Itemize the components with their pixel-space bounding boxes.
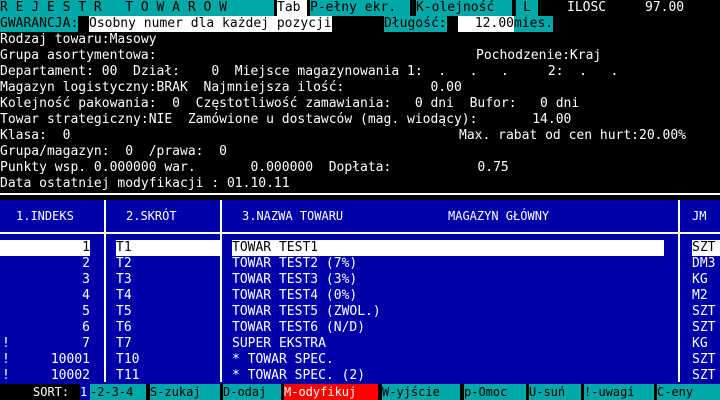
qty-label: ILOŚĆ [567,0,607,15]
full-screen-key[interactable]: P-ełny ekr. [310,0,410,16]
row-name[interactable]: SUPER EKSTRA [232,336,664,352]
header-divider [0,232,720,234]
row-short[interactable]: T5 [116,304,220,320]
origin: Pochodzenie:Kraj [476,48,602,63]
points: Punkty wsp. 0.000000 war. 0.000000 Dopła… [0,160,509,175]
row-index[interactable]: 4 [0,288,90,304]
row-unit[interactable]: SZT [692,368,720,384]
row-name[interactable]: TOWAR TEST6 (N/D) [232,320,664,336]
row-unit[interactable]: KG [692,272,720,288]
row-index[interactable]: 10002 [0,368,90,384]
row-short[interactable]: T1 [116,240,220,256]
row-name[interactable]: TOWAR TEST1 [232,240,664,256]
product-type: Rodzaj towaru:Masowy [0,32,157,47]
sort-label: SORT: [33,385,70,399]
search-key[interactable]: S-zukaj [150,384,220,400]
row-unit[interactable]: SZT [692,352,720,368]
row-index[interactable]: 5 [0,304,90,320]
assortment-group: Grupa asortymentowa: [0,48,157,63]
row-name[interactable]: TOWAR TEST5 (ZWOL.) [232,304,664,320]
exit-key[interactable]: W-yjście [382,384,460,400]
tab-key[interactable]: Tab [277,0,307,16]
col-header-warehouse: MAGAZYN GŁÓWNY [448,209,550,223]
row-unit[interactable]: SZT [692,304,720,320]
row-short[interactable]: T6 [116,320,220,336]
col-divider [220,200,222,382]
register-title: R E J E S T R T O W A R Ó W [0,0,274,16]
qty-value: 97.00 [645,0,685,15]
row-index[interactable]: 3 [0,272,90,288]
warranty-label: GWARANCJA: [0,16,79,32]
row-short[interactable]: T11 [116,368,220,384]
warranty-value[interactable]: Osobny numer dla każdej pozycji [89,16,332,32]
length-value[interactable]: 12.00 [458,16,514,32]
sort-1-key[interactable]: 1 [80,384,90,400]
row-index[interactable]: 1 [0,240,90,256]
row-short[interactable]: T4 [116,288,220,304]
row-index[interactable]: 7 [0,336,90,352]
separator [0,193,720,195]
row-name[interactable]: TOWAR TEST2 (7%) [232,256,664,272]
class: Klasa: 0 [0,128,71,143]
col-divider [104,200,106,382]
row-name[interactable]: * TOWAR SPEC. (2) [232,368,664,384]
length-label: Długość: [384,16,447,32]
modify-key[interactable]: M-odyfikuj [284,384,378,400]
row-index[interactable]: 6 [0,320,90,336]
sort-rest-key[interactable]: -2-3-4 [90,384,146,400]
row-unit[interactable]: KG [692,336,720,352]
length-unit: mies. [514,16,554,32]
row-short[interactable]: T2 [116,256,220,272]
row-short[interactable]: T7 [116,336,220,352]
row-unit[interactable]: M2 [692,288,720,304]
row-unit[interactable]: DM3 [692,256,720,272]
packing-order: Kolejność pakowania: 0 Częstotliwość zam… [0,96,580,111]
footer-keys: SORT: 1 -2-3-4 S-zukaj D-odaj M-odyfikuj… [0,384,720,400]
top-bar: R E J E S T R T O W A R Ó W Tab P-ełny e… [0,0,720,16]
department-line: Departament: 00 Dział: 0 Miejsce magazyn… [0,64,619,79]
logistics-warehouse: Magazyn logistyczny:BRAK Najmniejsza ilo… [0,80,462,95]
max-discount: Max. rabat od cen hurt:20.00% [459,128,686,143]
order-key[interactable]: K-olejność [416,0,512,16]
group-warehouse: Grupa/magazyn: 0 /prawa: 0 [0,144,227,159]
col-header-name[interactable]: 3.NAZWA TOWARU [242,208,343,224]
add-key[interactable]: D-odaj [223,384,281,400]
strategic-product: Towar strategiczny:NIE Zamówione u dosta… [0,112,572,127]
col-header-unit[interactable]: JM [692,208,706,224]
row-short[interactable]: T10 [116,352,220,368]
row-index[interactable]: 2 [0,256,90,272]
row-short[interactable]: T3 [116,272,220,288]
row-unit[interactable]: SZT [692,240,720,256]
l-key[interactable]: L [516,0,538,16]
help-key[interactable]: p-Omoc [464,384,526,400]
prices-key[interactable]: C-eny [657,384,720,400]
row-name[interactable]: TOWAR TEST3 (3%) [232,272,664,288]
row-name[interactable]: * TOWAR SPEC. [232,352,664,368]
last-modified: Data ostatniej modyfikacji : 01.10.11 [0,176,290,191]
notes-key[interactable]: !-uwagi [584,384,654,400]
row-unit[interactable]: SZT [692,320,720,336]
col-header-short[interactable]: 2.SKRÓT [126,208,177,224]
col-header-index[interactable]: 1.INDEKS [16,208,74,224]
col-divider [678,200,680,382]
row-index[interactable]: 10001 [0,352,90,368]
row-name[interactable]: TOWAR TEST4 (0%) [232,288,664,304]
delete-key[interactable]: U-suń [529,384,581,400]
